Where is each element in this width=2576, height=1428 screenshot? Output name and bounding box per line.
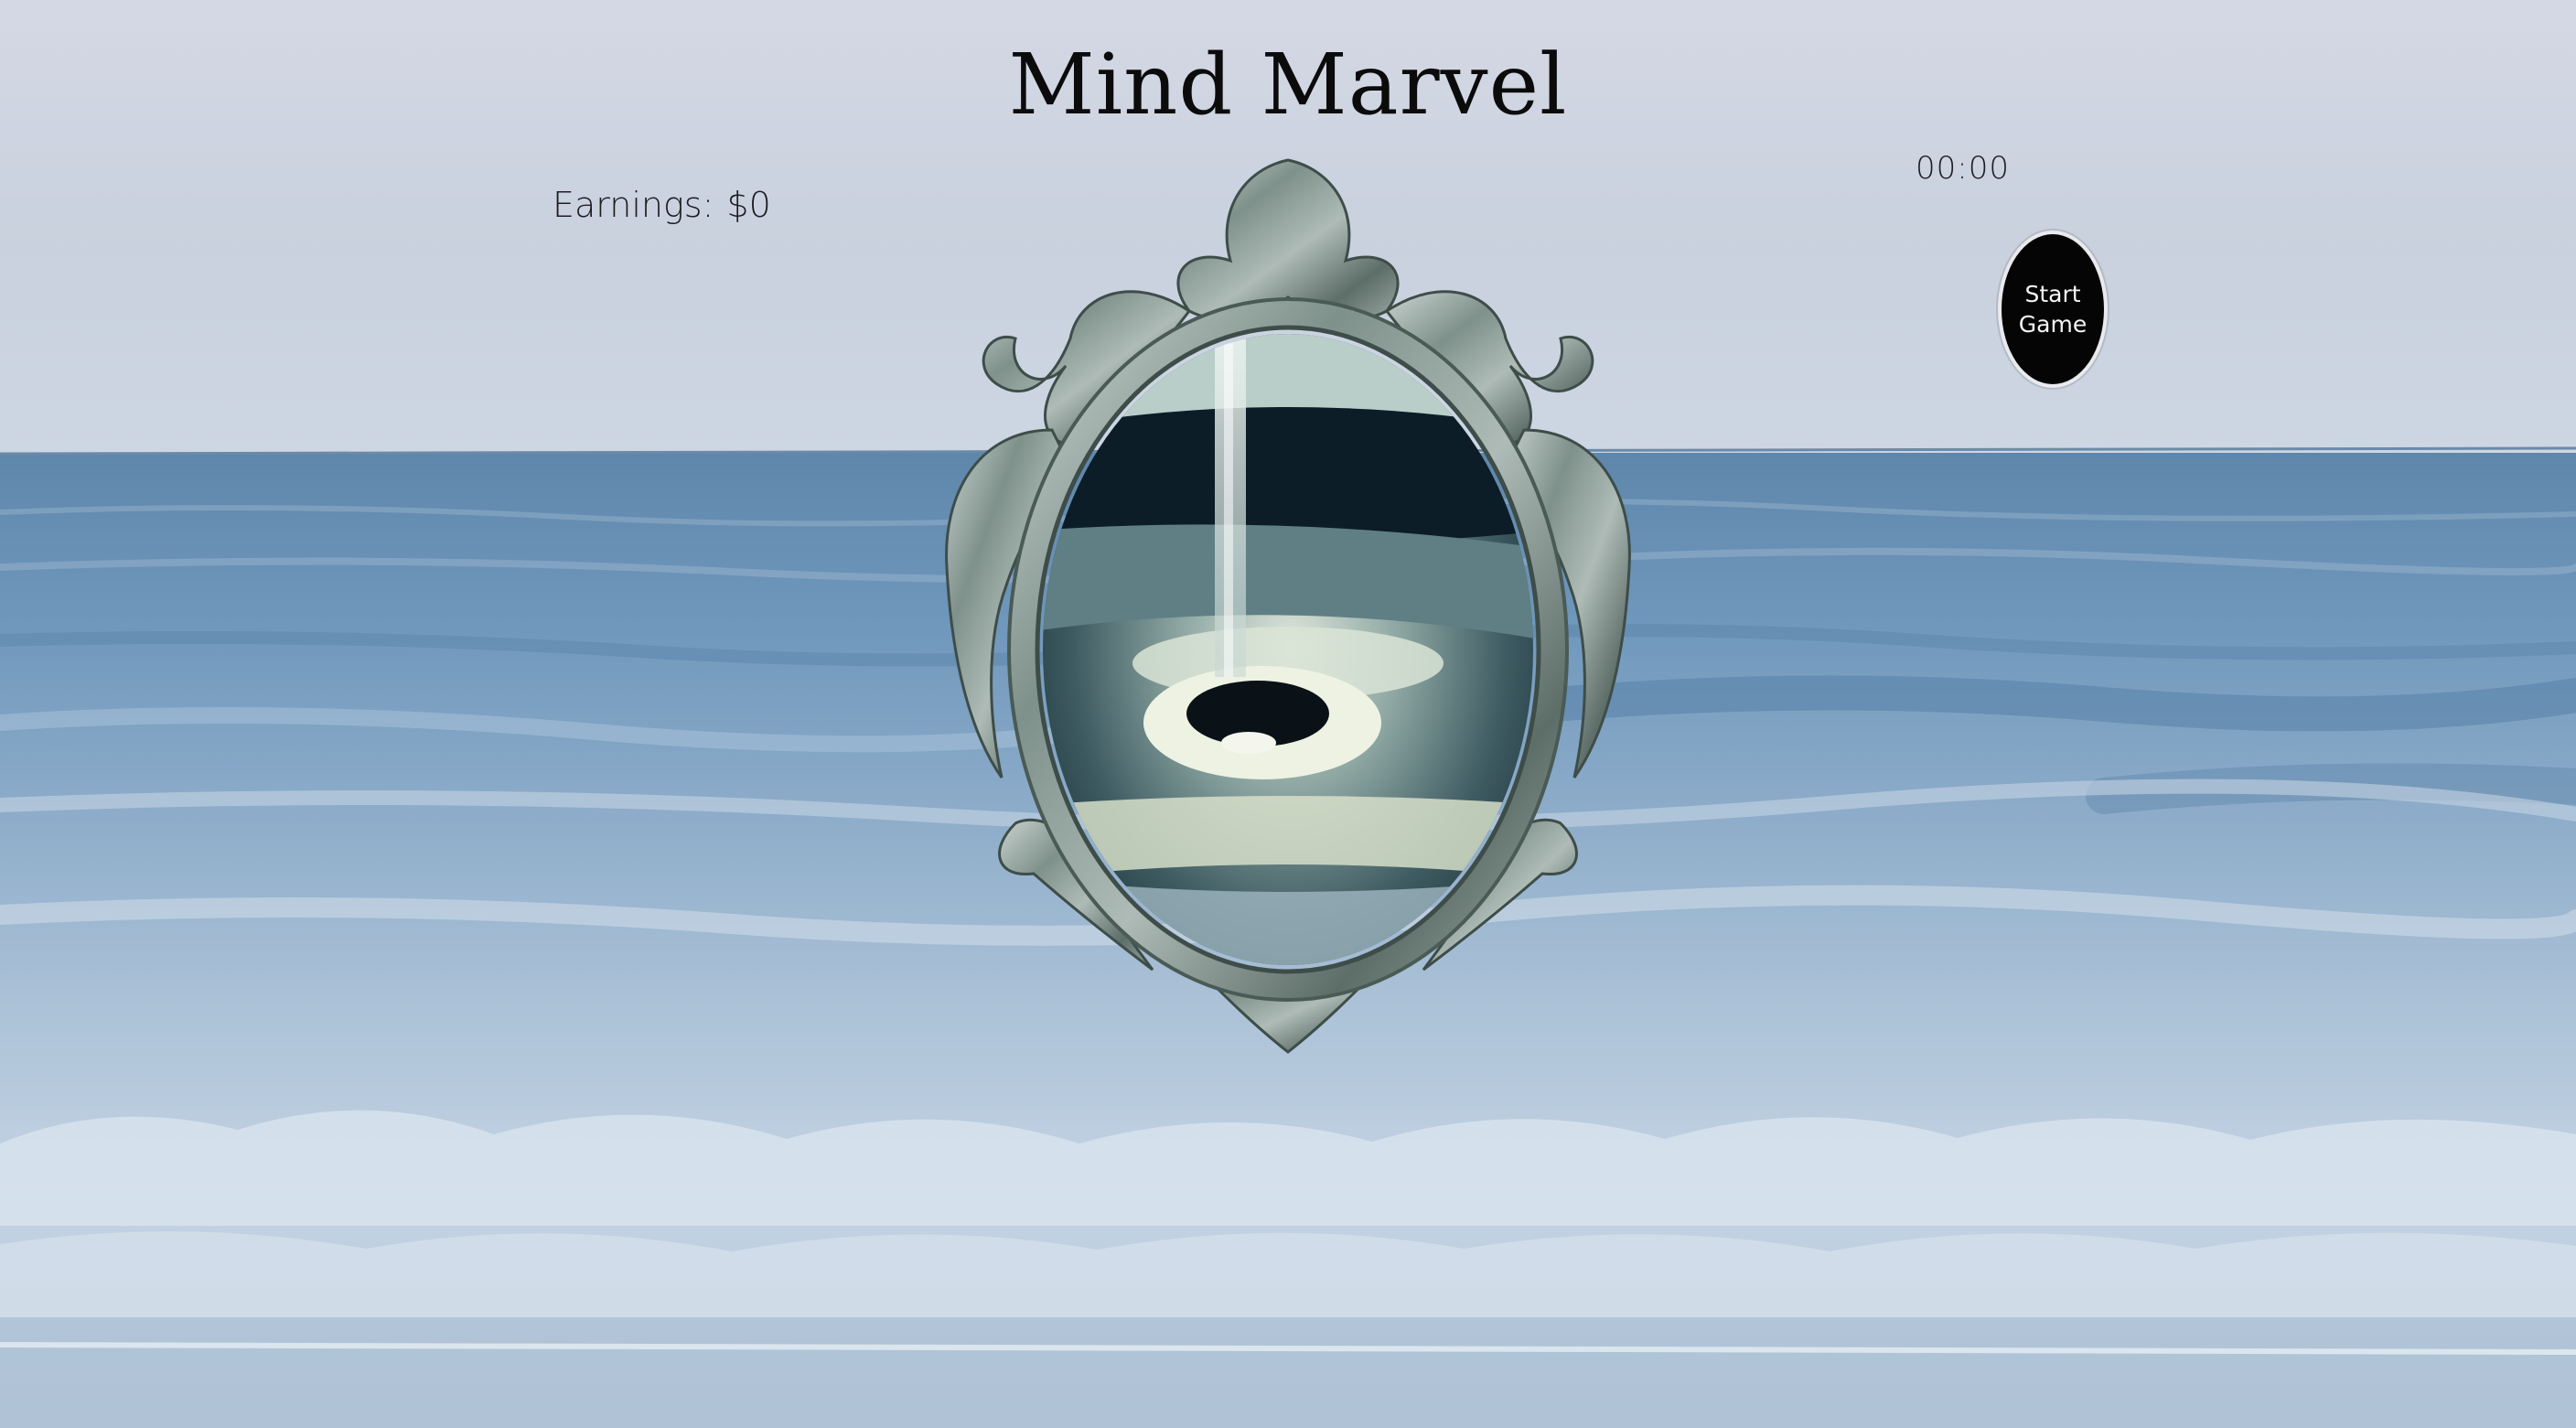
earnings-label: Earnings: xyxy=(553,185,714,225)
earnings-value: $0 xyxy=(726,185,771,225)
game-timer: 00:00 xyxy=(1916,150,2010,187)
earnings-display: Earnings: $0 xyxy=(553,183,771,227)
background-scene xyxy=(0,0,2576,1428)
start-game-button[interactable]: Start Game xyxy=(1998,231,2108,388)
start-game-label-line1: Start xyxy=(2024,281,2081,307)
start-game-label-line2: Game xyxy=(2018,311,2088,338)
game-title: Mind Marvel xyxy=(1008,36,1568,134)
game-screen: Mind Marvel Earnings: $0 00:00 Start Game xyxy=(0,0,2576,1428)
